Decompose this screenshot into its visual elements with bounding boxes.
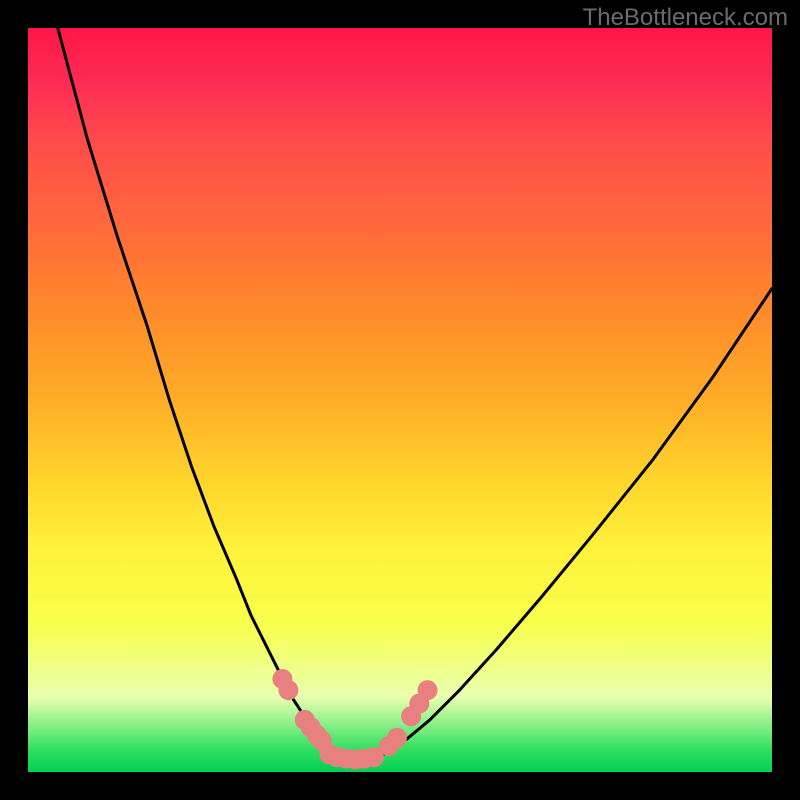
chart-svg [28, 28, 772, 772]
marker-left-cluster-upper-2 [278, 680, 298, 700]
marker-right-cluster-lower-2 [387, 728, 407, 748]
marker-right-cluster-upper-3 [418, 680, 438, 700]
plot-area [28, 28, 772, 772]
series-left-curve [58, 28, 333, 757]
chart-container: TheBottleneck.com [0, 0, 800, 800]
